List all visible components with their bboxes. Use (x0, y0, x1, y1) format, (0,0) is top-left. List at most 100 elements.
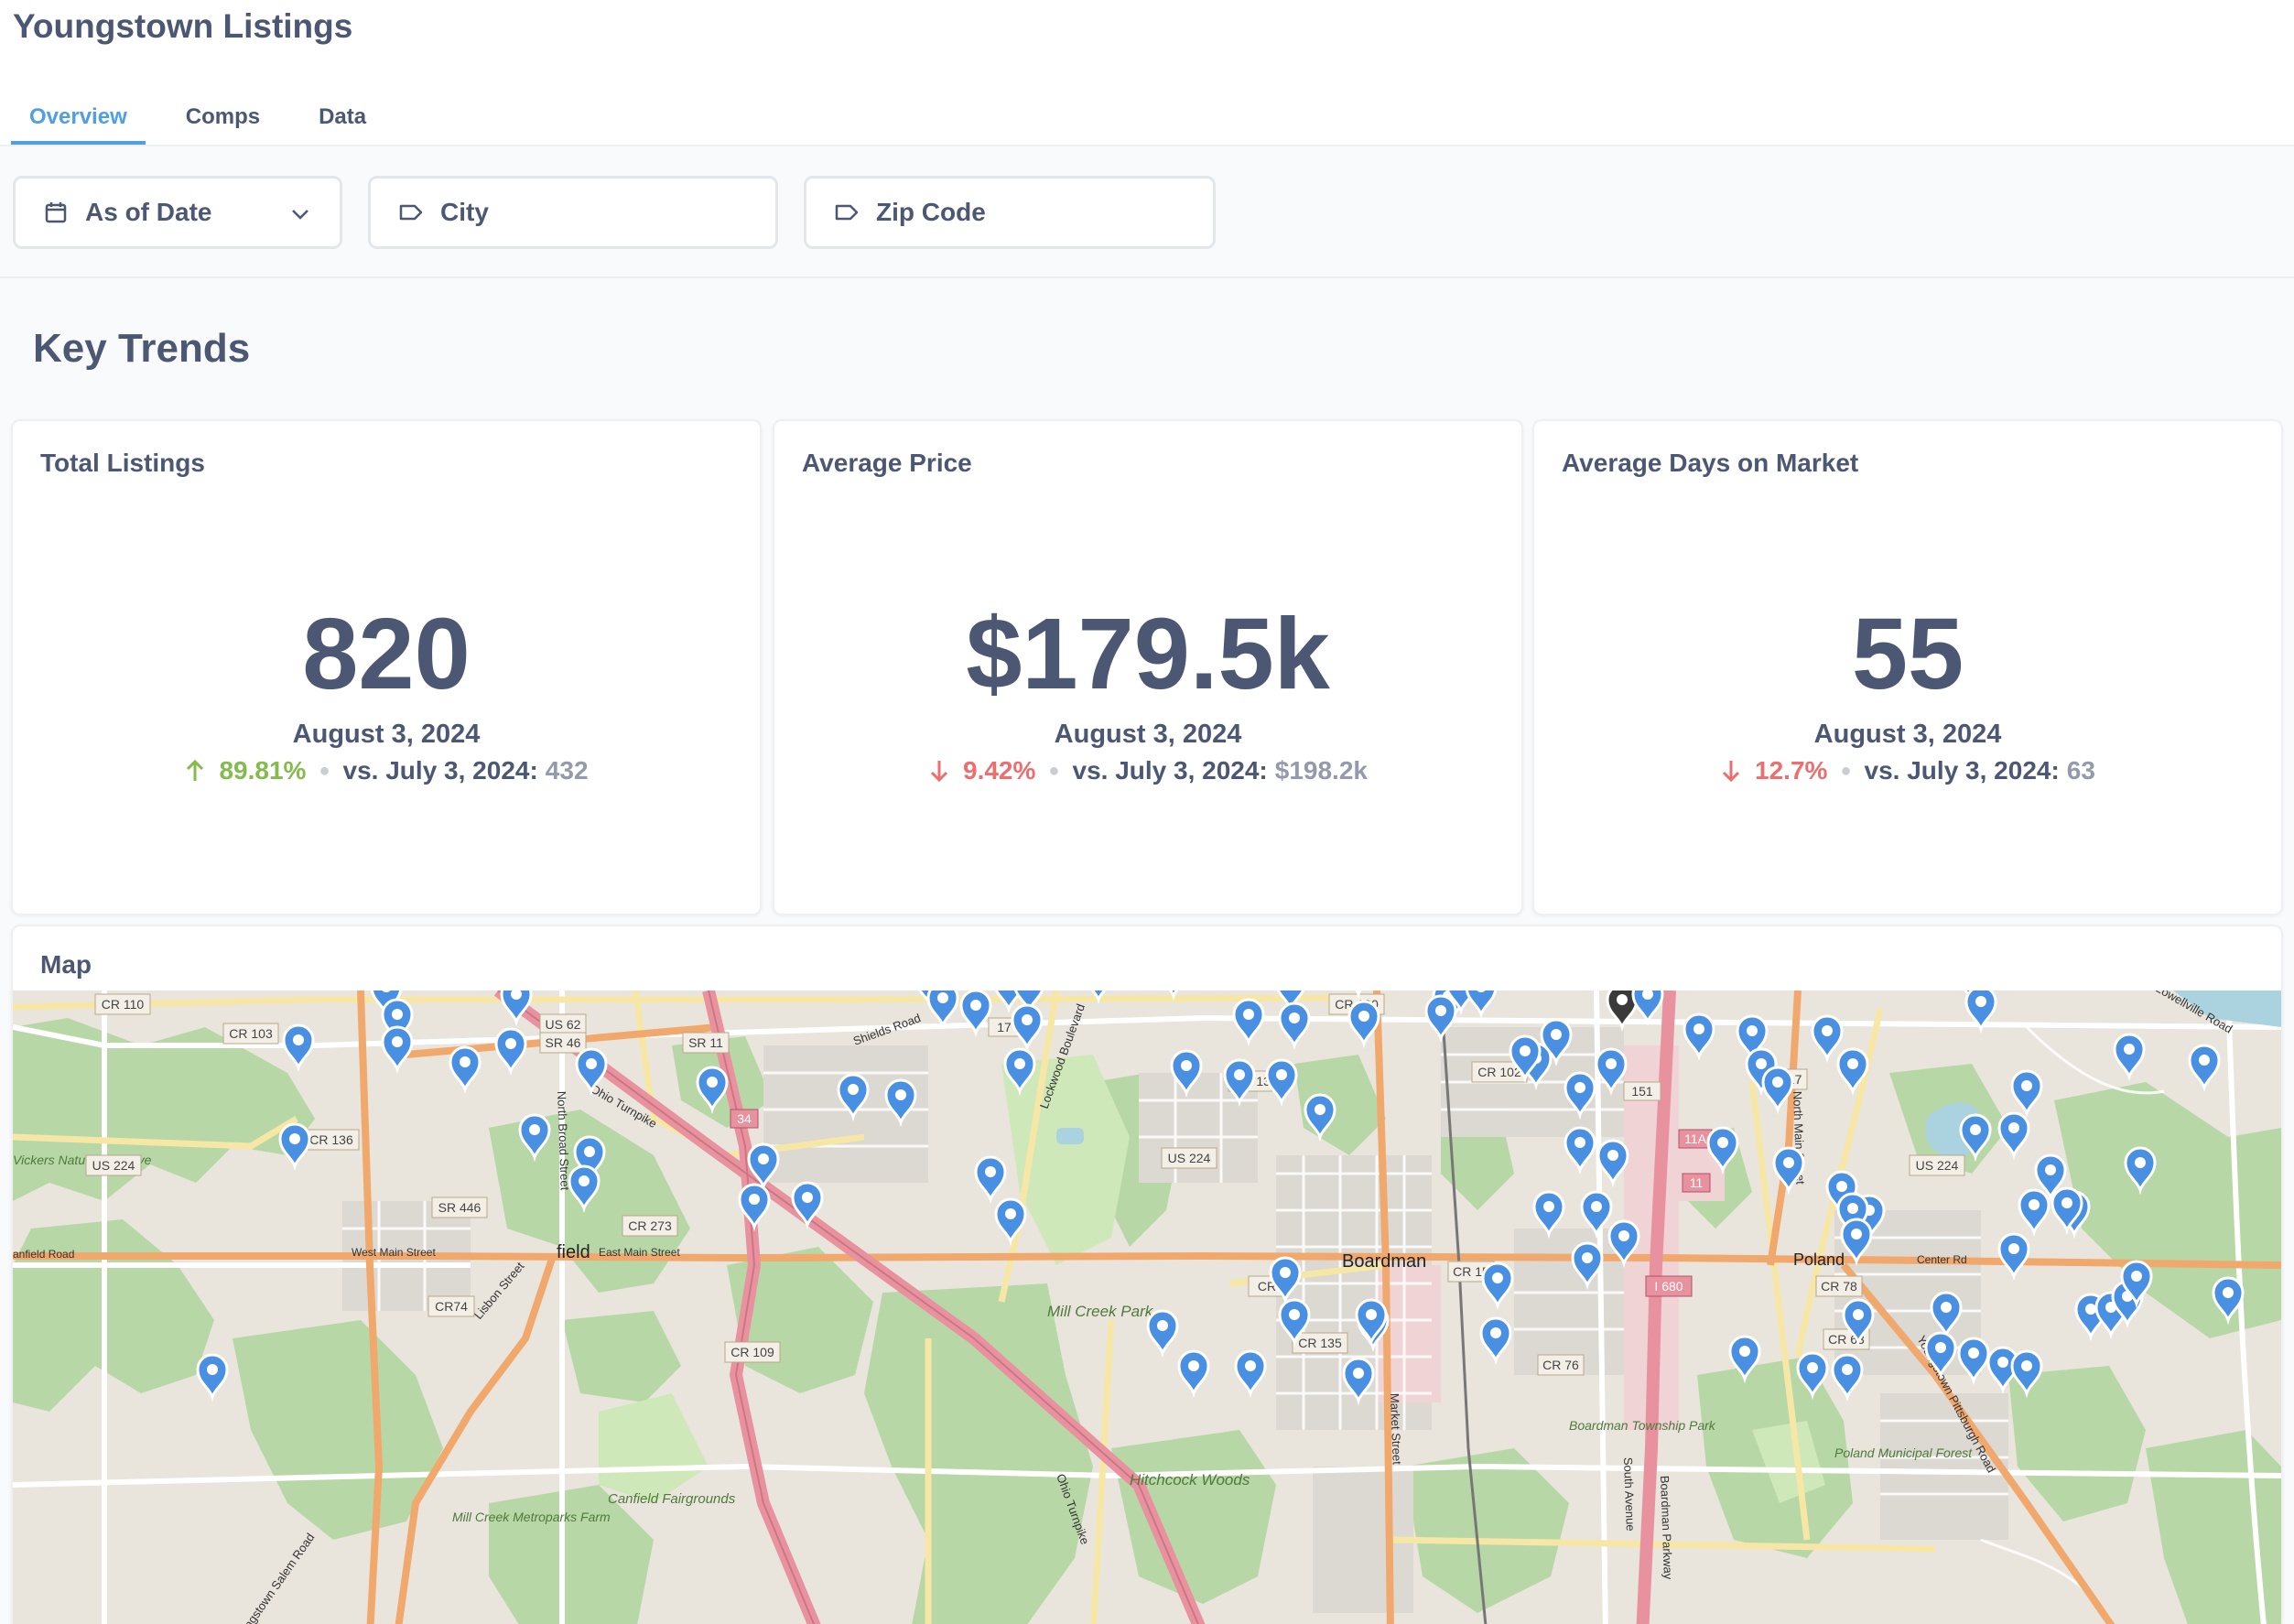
svg-text:US 62: US 62 (546, 1017, 581, 1032)
shield-cr110: CR 110 (94, 993, 151, 1015)
label-south-avenue: South Avenue (1621, 1457, 1638, 1532)
card-title: Average Days on Market (1562, 449, 1859, 477)
zip-code-label: Zip Code (876, 198, 986, 226)
svg-text:11: 11 (1690, 1175, 1704, 1190)
shield-cr273: CR 273 (622, 1215, 678, 1237)
compare-label: vs. July 3, 2024: (1072, 756, 1268, 785)
svg-text:CR74: CR74 (435, 1299, 468, 1314)
arrow-up-icon (184, 759, 206, 783)
metric-date: August 3, 2024 (292, 720, 481, 749)
zip-code-filter[interactable]: Zip Code (804, 176, 1216, 249)
label-hitchcock-woods: Hitchcock Woods (1130, 1471, 1250, 1489)
compare-value: 63 (2066, 756, 2095, 785)
shield-cr74: CR74 (427, 1295, 475, 1317)
svg-text:11A: 11A (1684, 1131, 1707, 1146)
compare-label: vs. July 3, 2024: (1864, 756, 2060, 785)
svg-text:US 224: US 224 (1168, 1151, 1211, 1165)
svg-text:SR 46: SR 46 (546, 1035, 581, 1050)
label-west-main-street: West Main Street (352, 1246, 436, 1259)
label-canfield-road: anfield Road (13, 1248, 74, 1261)
map-canvas[interactable]: Boardman field Poland Mill Creek Park Hi… (13, 991, 2281, 1624)
as-of-date-label: As of Date (85, 198, 212, 226)
compare-value: 432 (545, 756, 589, 785)
svg-text:CR 103: CR 103 (229, 1026, 273, 1041)
header: Youngstown Listings Overview Comps Data (0, 0, 2294, 146)
tab-data[interactable]: Data (300, 101, 384, 145)
shield-sr46: SR 46 (539, 1032, 587, 1054)
svg-text:I 680: I 680 (1654, 1279, 1683, 1294)
shield-us62: US 62 (539, 1013, 587, 1035)
shield-cr76: CR 76 (1537, 1354, 1585, 1376)
shield-cr136: CR 136 (303, 1129, 360, 1151)
label-boardman-park: Boardman Township Park (1569, 1418, 1716, 1433)
label-mill-creek-farm: Mill Creek Metroparks Farm (452, 1510, 611, 1524)
shield-cr135: CR 135 (1292, 1332, 1348, 1354)
metric-value: 820 (302, 598, 471, 710)
svg-text:SR 11: SR 11 (688, 1035, 723, 1050)
label-market-street: Market Street (1388, 1393, 1404, 1466)
shield-cr78: CR 78 (1815, 1275, 1863, 1297)
map-card: Map Boardman field Poland Mill Creek Par… (11, 925, 2283, 1624)
metric-date: August 3, 2024 (1054, 720, 1242, 749)
shield-sr446: SR 446 (431, 1196, 488, 1218)
shield-11: 11 (1682, 1173, 1711, 1193)
label-canfield-fairgrounds: Canfield Fairgrounds (608, 1491, 736, 1507)
tab-comps[interactable]: Comps (168, 101, 278, 145)
shield-i680: I 680 (1645, 1275, 1693, 1297)
tab-bar: Overview Comps Data (11, 101, 384, 146)
svg-text:SR 446: SR 446 (438, 1200, 482, 1215)
filter-bar: As of Date City Zip Code (0, 146, 2294, 278)
label-boardman: Boardman (1342, 1251, 1426, 1272)
shield-34: 34 (730, 1109, 759, 1129)
metric-comparison: 89.81% ● vs. July 3, 2024: 432 (13, 756, 760, 785)
shield-cr109: CR 109 (724, 1341, 781, 1363)
separator-dot: ● (319, 760, 330, 781)
separator-dot: ● (1048, 760, 1060, 781)
chevron-down-icon (288, 202, 312, 231)
metric-value: $179.5k (966, 598, 1330, 710)
tab-overview[interactable]: Overview (11, 101, 146, 145)
svg-text:US 224: US 224 (92, 1158, 135, 1173)
svg-text:CR 76: CR 76 (1542, 1358, 1579, 1372)
metric-comparison: 12.7% ● vs. July 3, 2024: 63 (1534, 756, 2281, 785)
map-title: Map (40, 950, 92, 979)
average-price-card[interactable]: Average Price $179.5k August 3, 2024 9.4… (773, 419, 1523, 915)
svg-text:CR 136: CR 136 (309, 1132, 353, 1147)
shield-us224-2: US 224 (1161, 1147, 1217, 1169)
shield-151: 151 (1623, 1081, 1661, 1101)
shield-sr11: SR 11 (682, 1032, 730, 1054)
city-label: City (440, 198, 489, 226)
svg-text:17: 17 (997, 1020, 1012, 1034)
arrow-down-icon (1720, 759, 1742, 783)
label-canfield: field (557, 1242, 590, 1262)
arrow-down-icon (928, 759, 950, 783)
total-listings-card[interactable]: Total Listings 820 August 3, 2024 89.81%… (11, 419, 762, 915)
city-filter[interactable]: City (368, 176, 778, 249)
svg-text:CR 135: CR 135 (1298, 1336, 1342, 1350)
calendar-icon (43, 200, 69, 225)
shield-11a: 11A (1678, 1129, 1713, 1149)
tag-icon (398, 200, 424, 225)
percent-change: 9.42% (963, 756, 1036, 785)
svg-text:CR 78: CR 78 (1821, 1279, 1857, 1294)
label-poland: Poland (1793, 1250, 1845, 1269)
tag-icon (834, 200, 860, 225)
shield-cr103: CR 103 (222, 1023, 279, 1045)
shield-us224-1: US 224 (85, 1154, 142, 1176)
metric-date: August 3, 2024 (1813, 720, 2002, 749)
as-of-date-filter[interactable]: As of Date (13, 176, 342, 249)
listings-map[interactable]: Boardman field Poland Mill Creek Park Hi… (13, 991, 2281, 1624)
compare-value: $198.2k (1274, 756, 1368, 785)
section-title: Key Trends (33, 326, 251, 371)
average-days-on-market-card[interactable]: Average Days on Market 55 August 3, 2024… (1532, 419, 2283, 915)
svg-text:34: 34 (737, 1111, 752, 1126)
label-mill-creek-park: Mill Creek Park (1047, 1303, 1154, 1320)
shield-us224-3: US 224 (1909, 1154, 1965, 1176)
svg-text:CR 109: CR 109 (730, 1345, 774, 1359)
label-center-road: Center Rd (1917, 1253, 1967, 1266)
page-title: Youngstown Listings (13, 7, 353, 45)
svg-text:CR 102: CR 102 (1477, 1065, 1521, 1079)
svg-text:CR 273: CR 273 (628, 1218, 672, 1233)
metric-value: 55 (1851, 598, 1964, 710)
percent-change: 89.81% (219, 756, 307, 785)
